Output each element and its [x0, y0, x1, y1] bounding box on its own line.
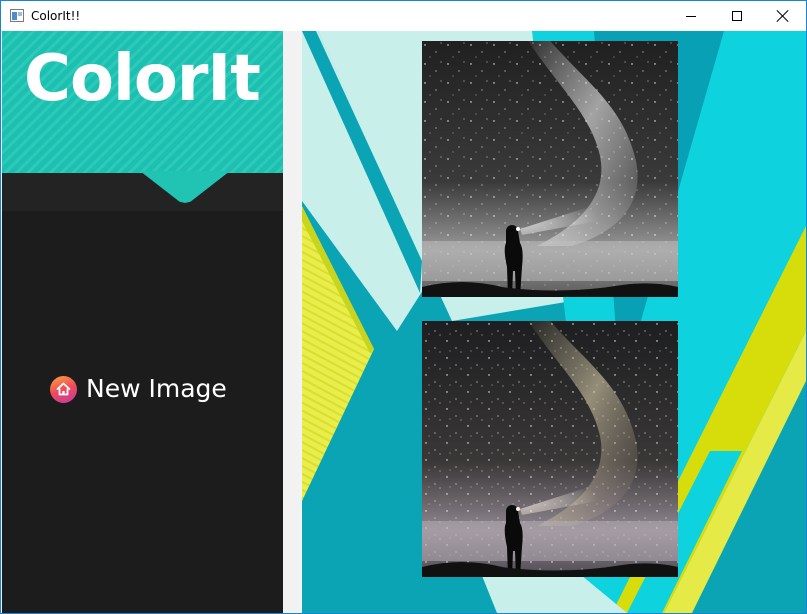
- image-canvas: [302, 31, 806, 613]
- maximize-icon: [732, 11, 742, 21]
- client-area: ColorIt New Image: [1, 31, 806, 613]
- sidebar: ColorIt New Image: [2, 31, 283, 613]
- original-image[interactable]: [422, 41, 678, 297]
- maximize-button[interactable]: [714, 1, 760, 31]
- header-shadow: [2, 173, 283, 211]
- colorized-image[interactable]: [422, 321, 678, 577]
- window-title: ColorIt!!: [31, 9, 81, 23]
- app-window: ColorIt!! ColorIt New Image: [0, 0, 807, 614]
- colorized-image-photo: [422, 321, 678, 577]
- new-image-button[interactable]: New Image: [50, 371, 227, 407]
- minimize-button[interactable]: [668, 1, 714, 31]
- home-icon: [50, 375, 77, 403]
- title-bar[interactable]: ColorIt!!: [1, 1, 806, 31]
- app-logo: ColorIt: [24, 42, 261, 116]
- close-icon: [777, 10, 789, 22]
- original-image-photo: [422, 41, 678, 297]
- minimize-icon: [686, 15, 696, 17]
- close-button[interactable]: [760, 1, 806, 31]
- new-image-label: New Image: [86, 374, 227, 403]
- app-icon: [10, 9, 24, 22]
